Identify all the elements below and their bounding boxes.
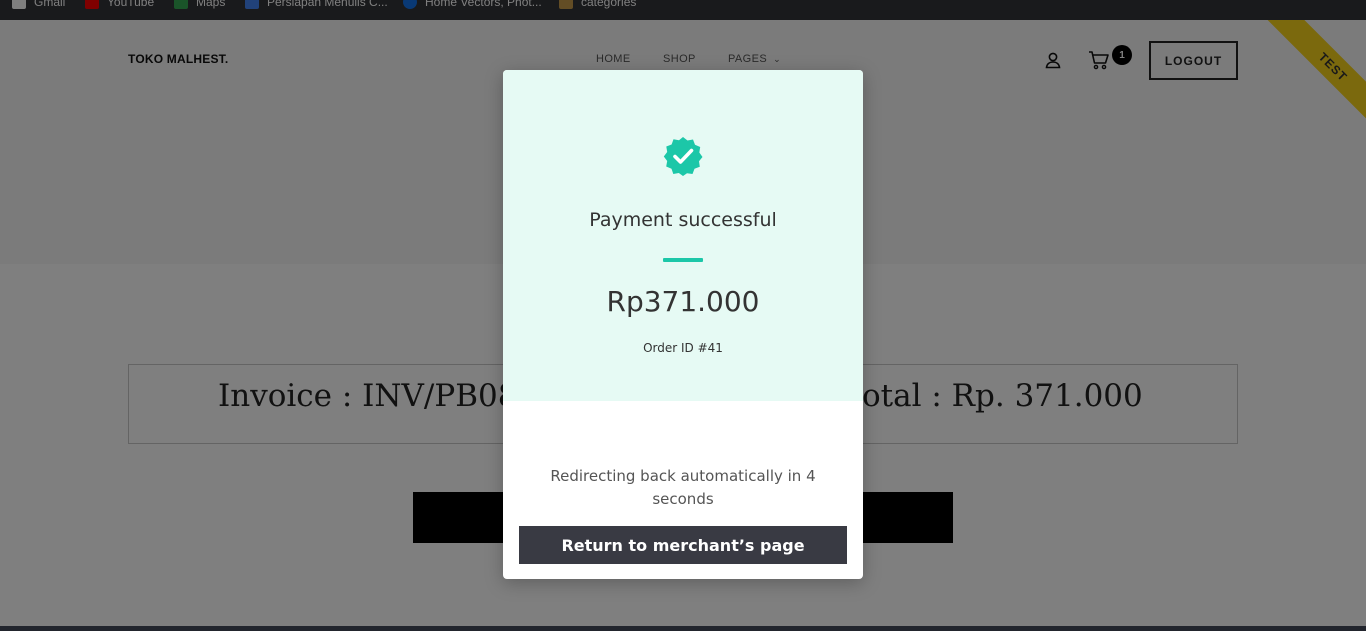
order-id: Order ID #41 [643,341,723,355]
payment-status-title: Payment successful [589,209,777,231]
title-divider [663,258,703,262]
payment-amount: Rp371.000 [606,285,760,318]
redirect-message: Redirecting back automatically in 4 seco… [550,467,816,508]
payment-success-modal: Payment successful Rp371.000 Order ID #4… [503,70,863,579]
return-to-merchant-button[interactable]: Return to merchant’s page [519,526,847,564]
verified-check-icon [663,137,703,176]
